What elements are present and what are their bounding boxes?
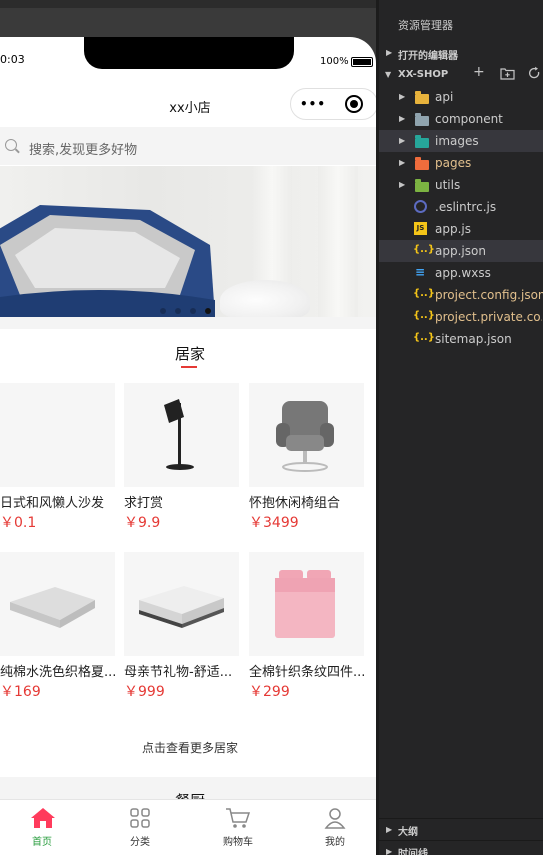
- tree-item-label[interactable]: .eslintrc.js: [435, 200, 496, 214]
- tree-item-label[interactable]: project.private.co...: [435, 310, 542, 324]
- tab-label: 分类: [130, 837, 150, 848]
- product-price: ￥169: [0, 684, 41, 700]
- banner-dots: [160, 299, 220, 318]
- status-time: 0:03: [0, 53, 25, 66]
- folder-icon: [415, 135, 429, 148]
- new-folder-icon[interactable]: [500, 67, 515, 80]
- product-image[interactable]: [124, 383, 239, 487]
- product-image[interactable]: [124, 552, 239, 656]
- tree-item-label[interactable]: component: [435, 112, 503, 126]
- product-image[interactable]: [249, 552, 364, 656]
- grid-icon: [130, 808, 150, 828]
- battery-icon: [351, 57, 373, 67]
- devtools-window: 0:03 100% xx小店 ••• 搜索,发现更多好物 居家 日式和风懒人沙发…: [0, 0, 543, 855]
- product-name[interactable]: 怀抱休闲椅组合: [249, 492, 364, 511]
- chevron-right-icon[interactable]: ▶: [399, 136, 405, 145]
- section-title: 居家: [174, 345, 205, 363]
- open-editors-header[interactable]: 打开的编辑器: [398, 47, 458, 62]
- folder-icon: [415, 157, 429, 170]
- product-price: ￥299: [249, 684, 290, 700]
- more-link[interactable]: 点击查看更多居家: [100, 739, 280, 756]
- tab-cart[interactable]: 购物车: [198, 803, 278, 848]
- chevron-right-icon[interactable]: ▶: [399, 114, 405, 123]
- product-image[interactable]: [0, 383, 115, 487]
- battery-percent: 100%: [320, 56, 349, 67]
- tree-item-label[interactable]: app.js: [435, 222, 471, 236]
- bedding-image: [275, 570, 335, 638]
- tree-item-label[interactable]: app.wxss: [435, 266, 491, 280]
- product-price: ￥9.9: [124, 515, 161, 531]
- phone-notch: [84, 37, 294, 69]
- tab-label: 购物车: [223, 837, 253, 848]
- more-dots-icon[interactable]: •••: [300, 97, 326, 111]
- project-header[interactable]: XX-SHOP: [398, 69, 448, 80]
- armchair-image: [276, 401, 334, 472]
- banner-dot[interactable]: [175, 308, 181, 314]
- tree-item-label[interactable]: sitemap.json: [435, 332, 512, 346]
- folder-icon: [415, 113, 429, 126]
- json-icon: {..}: [413, 244, 435, 255]
- json-icon: {..}: [413, 332, 435, 343]
- product-name[interactable]: 母亲节礼物-舒适...: [124, 661, 239, 680]
- tree-item-label[interactable]: pages: [435, 156, 471, 170]
- banner-cat-image: [220, 280, 310, 320]
- product-name[interactable]: 求打赏: [124, 492, 239, 511]
- tree-item-label[interactable]: api: [435, 90, 453, 104]
- refresh-icon[interactable]: [527, 66, 541, 80]
- section-underline: [181, 366, 197, 368]
- close-target-icon[interactable]: [345, 95, 363, 113]
- search-icon: [5, 139, 17, 151]
- folder-icon: [415, 179, 429, 192]
- chevron-right-icon[interactable]: ▶: [399, 158, 405, 167]
- js-icon: JS: [414, 222, 427, 235]
- outline-header[interactable]: 大纲: [398, 823, 418, 838]
- user-icon: [324, 808, 346, 829]
- banner-dot-active[interactable]: [205, 308, 211, 314]
- banner-curtain: [318, 166, 358, 317]
- product-price: ￥999: [124, 684, 165, 700]
- css-icon: ≡: [415, 265, 426, 279]
- tab-category[interactable]: 分类: [100, 803, 180, 848]
- json-icon: {..}: [413, 310, 435, 321]
- product-name[interactable]: 日式和风懒人沙发: [0, 492, 115, 511]
- timeline-header[interactable]: 时间线: [398, 845, 428, 855]
- tree-item-label[interactable]: utils: [435, 178, 460, 192]
- chevron-right-icon[interactable]: ▶: [399, 92, 405, 101]
- chevron-right-icon[interactable]: ▶: [386, 825, 392, 834]
- product-name[interactable]: 全棉针织条纹四件...: [249, 661, 364, 680]
- tree-item-label[interactable]: app.json: [435, 244, 486, 258]
- banner-dot[interactable]: [160, 308, 166, 314]
- product-name[interactable]: 纯棉水洗色织格夏...: [0, 661, 115, 680]
- page-title: xx小店: [169, 101, 211, 116]
- lamp-image: [164, 399, 194, 470]
- json-icon: {..}: [413, 288, 435, 299]
- tree-item-label[interactable]: images: [435, 134, 479, 148]
- banner-dot[interactable]: [190, 308, 196, 314]
- tab-label: 我的: [325, 837, 345, 848]
- chevron-right-icon[interactable]: ▶: [399, 180, 405, 189]
- product-image[interactable]: [0, 552, 115, 656]
- cart-icon: [226, 808, 251, 828]
- chevron-down-icon[interactable]: ▼: [385, 70, 391, 79]
- chevron-right-icon[interactable]: ▶: [386, 48, 392, 57]
- search-input[interactable]: 搜索,发现更多好物: [29, 139, 137, 158]
- chevron-right-icon[interactable]: ▶: [386, 847, 392, 855]
- mattress-image: [139, 586, 224, 628]
- tab-label: 首页: [32, 837, 52, 848]
- product-price: ￥3499: [249, 515, 299, 531]
- tab-profile[interactable]: 我的: [295, 803, 375, 848]
- product-price: ￥0.1: [0, 515, 37, 531]
- simulator-toolbar: [0, 0, 376, 8]
- explorer-title: 资源管理器: [398, 19, 453, 32]
- blanket-image: [10, 587, 95, 628]
- new-file-icon[interactable]: +: [473, 64, 485, 80]
- folder-icon: [415, 91, 429, 104]
- tree-item-label[interactable]: project.config.json: [435, 288, 543, 302]
- section-divider: [0, 317, 376, 329]
- product-image[interactable]: [249, 383, 364, 487]
- eslint-icon: [414, 200, 427, 213]
- home-icon: [31, 808, 55, 828]
- tab-home[interactable]: 首页: [2, 803, 82, 848]
